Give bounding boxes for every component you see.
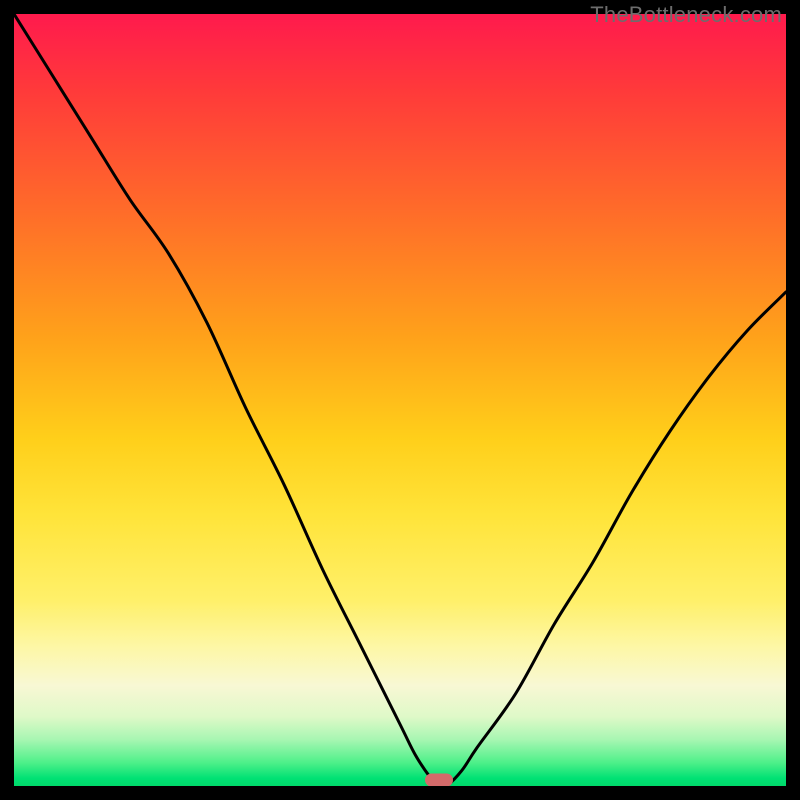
bottleneck-chart <box>14 14 786 786</box>
attribution-text: TheBottleneck.com <box>590 2 782 28</box>
optimal-marker <box>425 774 453 787</box>
bottleneck-curve <box>14 14 786 786</box>
